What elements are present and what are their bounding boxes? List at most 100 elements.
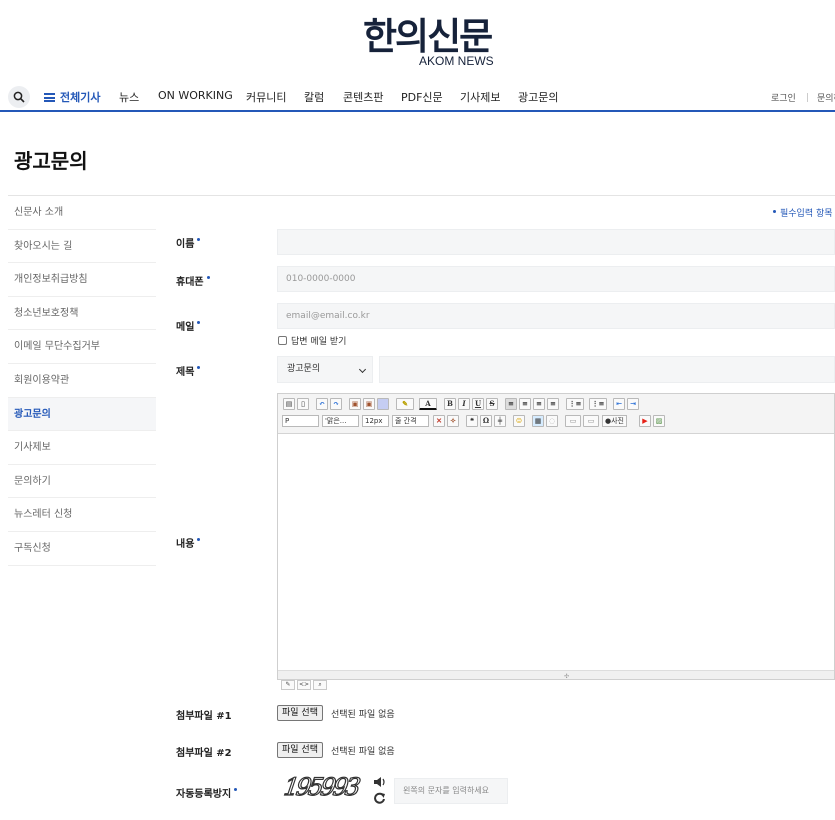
link-icon[interactable]: ◌ bbox=[546, 415, 558, 427]
bullet-list-icon[interactable]: ⋮≡ bbox=[589, 398, 607, 410]
sidebar-item-privacy[interactable]: 개인정보취급방침 bbox=[8, 263, 156, 297]
quote-icon[interactable]: ❝ bbox=[466, 415, 478, 427]
refresh-icon[interactable] bbox=[373, 792, 386, 805]
captcha-image: 195993 bbox=[281, 772, 360, 803]
align-right-icon[interactable]: ≡ bbox=[533, 398, 545, 410]
font-family-select[interactable]: '맑은... bbox=[322, 415, 359, 427]
subject-category-value: 광고문의 bbox=[287, 364, 321, 374]
bold-icon[interactable]: B bbox=[444, 398, 456, 410]
table-icon[interactable]: ▦ bbox=[532, 415, 544, 427]
sidebar-item-newsletter[interactable]: 뉴스레터 신청 bbox=[8, 498, 156, 532]
sidebar-item-subscribe[interactable]: 구독신청 bbox=[8, 532, 156, 566]
util-divider bbox=[807, 93, 808, 102]
nav-contents[interactable]: 콘텐츠판 bbox=[343, 89, 383, 105]
new-document-icon[interactable]: ▯ bbox=[297, 398, 309, 410]
all-articles-label: 전체기사 bbox=[60, 91, 101, 104]
logo-subtitle: AKOM NEWS bbox=[419, 54, 494, 68]
font-size-select[interactable]: 12px bbox=[362, 415, 389, 427]
attach1-status: 선택된 파일 없음 bbox=[331, 710, 395, 720]
photo-button[interactable]: ●사진 bbox=[602, 415, 627, 427]
required-dot bbox=[206, 276, 210, 279]
subject-category-select[interactable]: 광고문의 bbox=[277, 356, 373, 383]
format-painter-icon[interactable]: ✧ bbox=[447, 415, 459, 427]
underline-icon[interactable]: U bbox=[472, 398, 484, 410]
edit-mode-icon[interactable]: ✎ bbox=[281, 680, 295, 690]
sidebar-item-about[interactable]: 신문사 소개 bbox=[8, 196, 156, 230]
unlink-icon[interactable]: ▭ bbox=[565, 415, 581, 427]
resize-grip-icon: ✣ bbox=[564, 673, 570, 680]
preview-mode-icon[interactable]: ⌕ bbox=[313, 680, 327, 690]
subject-input[interactable] bbox=[379, 356, 835, 383]
photo-label: 사진 bbox=[611, 417, 624, 425]
sidebar-item-report[interactable]: 기사제보 bbox=[8, 431, 156, 465]
numbered-list-icon[interactable]: ⋮≡ bbox=[566, 398, 584, 410]
nav-news[interactable]: 뉴스 bbox=[119, 89, 139, 105]
nav-ad-inquiry[interactable]: 광고문의 bbox=[518, 89, 558, 105]
chevron-down-icon bbox=[358, 365, 367, 374]
required-note-text: 필수입력 항목 bbox=[780, 209, 833, 219]
sidebar-item-youth-policy[interactable]: 청소년보호정책 bbox=[8, 297, 156, 331]
align-justify-icon[interactable]: ≡ bbox=[547, 398, 559, 410]
undo-icon[interactable]: ↶ bbox=[316, 398, 328, 410]
paste-text-icon[interactable]: ▣ bbox=[363, 398, 375, 410]
subject-label: 제목 bbox=[176, 363, 201, 378]
captcha-input[interactable]: 왼쪽의 문자를 입력하세요 bbox=[394, 778, 508, 804]
sidebar-item-email-refusal[interactable]: 이메일 무단수집거부 bbox=[8, 330, 156, 364]
sidebar-item-directions[interactable]: 찾아오시는 길 bbox=[8, 230, 156, 264]
nav-report[interactable]: 기사제보 bbox=[460, 89, 500, 105]
strikethrough-icon[interactable]: S bbox=[486, 398, 498, 410]
sidebar-item-ad-inquiry[interactable]: 광고문의 bbox=[8, 397, 156, 432]
align-center-icon[interactable]: ≡ bbox=[519, 398, 531, 410]
format-select[interactable]: P bbox=[282, 415, 319, 427]
content-label: 내용 bbox=[176, 535, 201, 550]
email-label: 메일 bbox=[176, 318, 201, 333]
speaker-icon[interactable] bbox=[373, 776, 387, 788]
font-color-icon[interactable]: A bbox=[419, 398, 437, 410]
nav-column[interactable]: 칼럼 bbox=[304, 89, 324, 105]
italic-icon[interactable]: I bbox=[458, 398, 470, 410]
reply-mail-option[interactable]: 답변 메일 받기 bbox=[278, 334, 346, 347]
phone-input[interactable]: 010-0000-0000 bbox=[277, 266, 835, 292]
editor-content-area[interactable] bbox=[278, 434, 834, 671]
sidebar-item-contact[interactable]: 문의하기 bbox=[8, 465, 156, 499]
redo-icon[interactable]: ↷ bbox=[330, 398, 342, 410]
emoticon-icon[interactable]: ☺ bbox=[513, 415, 525, 427]
remove-format-icon[interactable]: ✕ bbox=[433, 415, 445, 427]
editor-resize-handle[interactable]: ✣ bbox=[278, 670, 834, 680]
indent-icon[interactable]: ⇥ bbox=[627, 398, 639, 410]
inquiry-link[interactable]: 문의하 bbox=[817, 91, 835, 104]
html-mode-icon[interactable]: <> bbox=[297, 680, 311, 690]
special-char-icon[interactable]: Ω bbox=[480, 415, 492, 427]
highlight-color-icon[interactable]: ✎ bbox=[396, 398, 414, 410]
editor-toolbar: ▤ ▯ ↶ ↷ ▣ ▣ ✎ A B I U S ≡ ≡ ≡ ≡ ⋮≡ ⋮≡ ⇤ … bbox=[278, 394, 834, 434]
required-dot bbox=[197, 366, 201, 369]
phone-label: 휴대폰 bbox=[176, 273, 210, 288]
main-navigation: 전체기사 뉴스 ON WORKING 커뮤니티 칼럼 콘텐츠판 PDF신문 기사… bbox=[0, 84, 835, 112]
image-icon[interactable]: ▨ bbox=[653, 415, 665, 427]
login-link[interactable]: 로그인 bbox=[771, 91, 796, 104]
name-input[interactable] bbox=[277, 229, 835, 255]
nav-pdf-paper[interactable]: PDF신문 bbox=[401, 89, 443, 105]
align-left-icon[interactable]: ≡ bbox=[505, 398, 517, 410]
phone-label-text: 휴대폰 bbox=[176, 277, 204, 288]
search-button[interactable] bbox=[8, 86, 30, 108]
name-label-text: 이름 bbox=[176, 239, 195, 250]
nav-on-working[interactable]: ON WORKING bbox=[158, 89, 233, 102]
email-input[interactable]: email@email.co.kr bbox=[277, 303, 835, 329]
all-articles-menu[interactable]: 전체기사 bbox=[44, 89, 100, 105]
horizontal-rule-icon[interactable]: ╪ bbox=[494, 415, 506, 427]
video-icon[interactable]: ▶ bbox=[639, 415, 651, 427]
reply-mail-checkbox[interactable] bbox=[278, 336, 287, 345]
outdent-icon[interactable]: ⇤ bbox=[613, 398, 625, 410]
page-title: 광고문의 bbox=[14, 149, 88, 173]
anchor-icon[interactable]: ▭ bbox=[583, 415, 599, 427]
nav-community[interactable]: 커뮤니티 bbox=[246, 89, 286, 105]
attach2-file-button[interactable]: 파일 선택 bbox=[277, 742, 323, 758]
line-spacing-select[interactable]: 줄 간격 bbox=[392, 415, 429, 427]
attach1-file-button[interactable]: 파일 선택 bbox=[277, 705, 323, 721]
rich-text-editor: ▤ ▯ ↶ ↷ ▣ ▣ ✎ A B I U S ≡ ≡ ≡ ≡ ⋮≡ ⋮≡ ⇤ … bbox=[277, 393, 835, 680]
select-all-icon[interactable] bbox=[377, 398, 389, 410]
print-icon[interactable]: ▤ bbox=[283, 398, 295, 410]
sidebar-item-terms[interactable]: 회원이용약관 bbox=[8, 364, 156, 398]
paste-icon[interactable]: ▣ bbox=[349, 398, 361, 410]
